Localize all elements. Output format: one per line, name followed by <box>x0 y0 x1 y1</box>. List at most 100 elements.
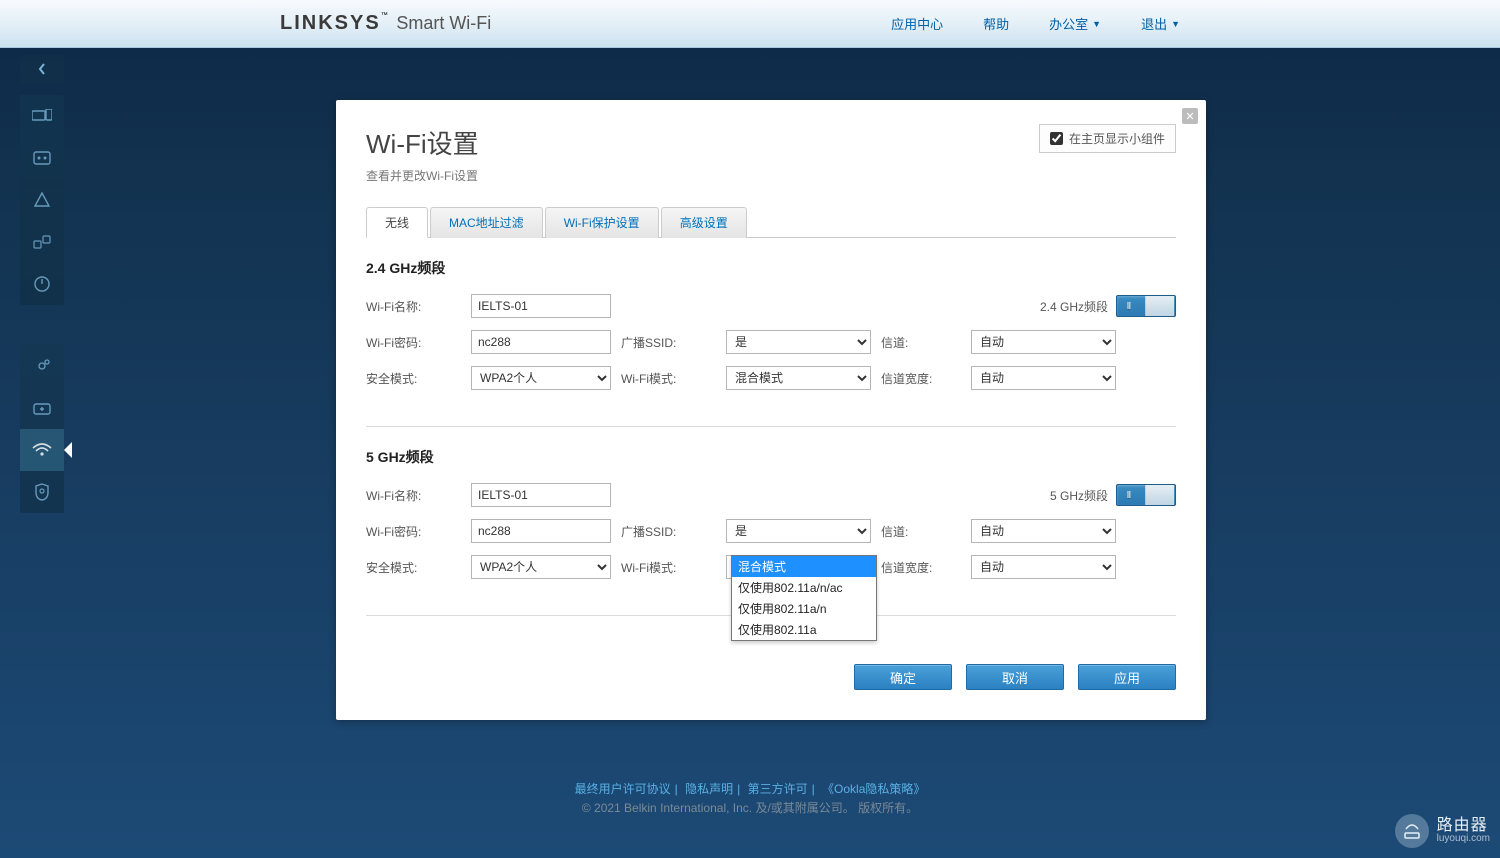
apply-button[interactable]: 应用 <box>1078 664 1176 690</box>
toggle-24ghz[interactable]: | | <box>1116 295 1176 317</box>
panel-header: Wi-Fi设置 查看并更改Wi-Fi设置 在主页显示小组件 <box>366 124 1176 184</box>
input-24-name[interactable] <box>471 294 611 318</box>
show-widget-checkbox-wrap[interactable]: 在主页显示小组件 <box>1039 124 1176 153</box>
select-24-broadcast[interactable]: 是 <box>726 330 871 354</box>
footer: 最终用户许可协议| 隐私声明| 第三方许可| 《Ookla隐私策略》 © 202… <box>0 780 1500 816</box>
label-24-channel: 信道: <box>871 334 971 351</box>
wifi-settings-panel: ✕ Wi-Fi设置 查看并更改Wi-Fi设置 在主页显示小组件 无线 MAC地址… <box>336 100 1206 720</box>
caret-down-icon: ▼ <box>1092 19 1101 29</box>
nav-account[interactable]: 办公室 ▼ <box>1049 14 1101 33</box>
top-nav: 应用中心 帮助 办公室 ▼ 退出 ▼ <box>891 14 1500 33</box>
option-a-n-ac[interactable]: 仅使用802.11a/n/ac <box>732 577 876 598</box>
select-5-width[interactable]: 自动 <box>971 555 1116 579</box>
label-5-security: 安全模式: <box>366 559 471 576</box>
watermark-main: 路由器 <box>1437 818 1490 834</box>
tab-mac-filter[interactable]: MAC地址过滤 <box>430 207 543 238</box>
guest-icon <box>33 151 51 165</box>
footer-copyright: © 2021 Belkin International, Inc. 及/或其附属… <box>0 799 1500 816</box>
show-widget-label: 在主页显示小组件 <box>1069 130 1165 147</box>
sidebar-item-security[interactable] <box>20 471 64 513</box>
nav-help[interactable]: 帮助 <box>983 14 1009 33</box>
label-24-name: Wi-Fi名称: <box>366 298 471 315</box>
sidebar-item-parental[interactable] <box>20 179 64 221</box>
sidebar-item-troubleshoot[interactable] <box>20 387 64 429</box>
select-5-mode-options[interactable]: 混合模式 仅使用802.11a/n/ac 仅使用802.11a/n 仅使用802… <box>731 555 877 641</box>
row-24-name: Wi-Fi名称: 2.4 GHz频段 | | <box>366 294 1176 318</box>
toggle-on-indicator: | | <box>1127 303 1130 310</box>
devices-icon <box>32 109 52 123</box>
watermark-sub: luyouqi.com <box>1437 834 1490 844</box>
sidebar-expand-button[interactable] <box>20 55 64 83</box>
option-mixed[interactable]: 混合模式 <box>732 556 876 577</box>
sidebar-item-wifi[interactable] <box>20 429 64 471</box>
router-icon <box>1402 821 1422 841</box>
parental-icon <box>34 192 50 208</box>
label-5-width: 信道宽度: <box>871 559 971 576</box>
brand-logo: LINKSYS™ Smart Wi-Fi <box>280 12 491 35</box>
select-24-width[interactable]: 自动 <box>971 366 1116 390</box>
row-24-sec: 安全模式: WPA2个人 Wi-Fi模式: 混合模式 信道宽度: 自动 <box>366 366 1176 390</box>
watermark-icon <box>1395 814 1429 848</box>
option-a-n[interactable]: 仅使用802.11a/n <box>732 598 876 619</box>
footer-thirdparty[interactable]: 第三方许可 <box>748 782 808 796</box>
band-24-label: 2.4 GHz频段 <box>1040 298 1108 315</box>
wifi-icon <box>32 443 52 457</box>
band-5-label: 5 GHz频段 <box>1050 487 1108 504</box>
select-24-mode[interactable]: 混合模式 <box>726 366 871 390</box>
show-widget-checkbox[interactable] <box>1050 132 1063 145</box>
medkit-icon <box>33 401 51 415</box>
toggle-handle <box>1145 485 1174 505</box>
toggle-5ghz[interactable]: | | <box>1116 484 1176 506</box>
tab-advanced[interactable]: 高级设置 <box>661 207 747 238</box>
ok-button[interactable]: 确定 <box>854 664 952 690</box>
sidebar-item-priority[interactable] <box>20 221 64 263</box>
brand-tm: ™ <box>381 12 388 19</box>
nav-logout-label: 退出 <box>1141 14 1167 33</box>
close-button[interactable]: ✕ <box>1182 108 1198 124</box>
nav-apps[interactable]: 应用中心 <box>891 14 943 33</box>
select-5-security[interactable]: WPA2个人 <box>471 555 611 579</box>
tab-wireless[interactable]: 无线 <box>366 207 428 238</box>
sidebar-item-speedtest[interactable] <box>20 263 64 305</box>
nav-account-label: 办公室 <box>1049 14 1088 33</box>
select-5-channel[interactable]: 自动 <box>971 519 1116 543</box>
watermark: 路由器 luyouqi.com <box>1395 814 1490 848</box>
label-5-broadcast: 广播SSID: <box>611 523 726 540</box>
top-bar: LINKSYS™ Smart Wi-Fi 应用中心 帮助 办公室 ▼ 退出 ▼ <box>0 0 1500 48</box>
input-24-password[interactable] <box>471 330 611 354</box>
tabs: 无线 MAC地址过滤 Wi-Fi保护设置 高级设置 <box>366 206 1176 238</box>
label-24-width: 信道宽度: <box>871 370 971 387</box>
label-5-name: Wi-Fi名称: <box>366 487 471 504</box>
input-5-name[interactable] <box>471 483 611 507</box>
input-5-password[interactable] <box>471 519 611 543</box>
label-24-mode: Wi-Fi模式: <box>611 370 726 387</box>
footer-ookla[interactable]: 《Ookla隐私策略》 <box>822 782 925 796</box>
tab-wps[interactable]: Wi-Fi保护设置 <box>545 207 659 238</box>
select-24-security[interactable]: WPA2个人 <box>471 366 611 390</box>
label-5-pw: Wi-Fi密码: <box>366 523 471 540</box>
section-5ghz-title: 5 GHz频段 <box>366 447 1176 467</box>
sidebar-item-guest[interactable] <box>20 137 64 179</box>
sidebar-item-devices[interactable] <box>20 95 64 137</box>
sidebar <box>20 55 64 553</box>
nav-logout[interactable]: 退出 ▼ <box>1141 14 1180 33</box>
select-5-broadcast[interactable]: 是 <box>726 519 871 543</box>
gauge-icon <box>33 275 51 293</box>
row-5-pw: Wi-Fi密码: 广播SSID: 是 信道: 自动 <box>366 519 1176 543</box>
sidebar-item-connectivity[interactable] <box>20 345 64 387</box>
cancel-button[interactable]: 取消 <box>966 664 1064 690</box>
option-a[interactable]: 仅使用802.11a <box>732 619 876 640</box>
priority-icon <box>33 235 51 249</box>
toggle-on-indicator: | | <box>1127 492 1130 499</box>
toggle-handle <box>1145 296 1174 316</box>
select-24-channel[interactable]: 自动 <box>971 330 1116 354</box>
sidebar-group-status <box>20 95 64 305</box>
footer-eula[interactable]: 最终用户许可协议 <box>575 782 671 796</box>
label-24-pw: Wi-Fi密码: <box>366 334 471 351</box>
brand-name: LINKSYS <box>280 12 381 34</box>
footer-privacy[interactable]: 隐私声明 <box>685 782 733 796</box>
row-24-pw: Wi-Fi密码: 广播SSID: 是 信道: 自动 <box>366 330 1176 354</box>
panel-title: Wi-Fi设置 <box>366 124 479 161</box>
button-row: 确定 取消 应用 <box>366 664 1176 690</box>
section-5ghz: 5 GHz频段 Wi-Fi名称: 5 GHz频段 | | Wi-Fi密码: 广播… <box>366 427 1176 616</box>
